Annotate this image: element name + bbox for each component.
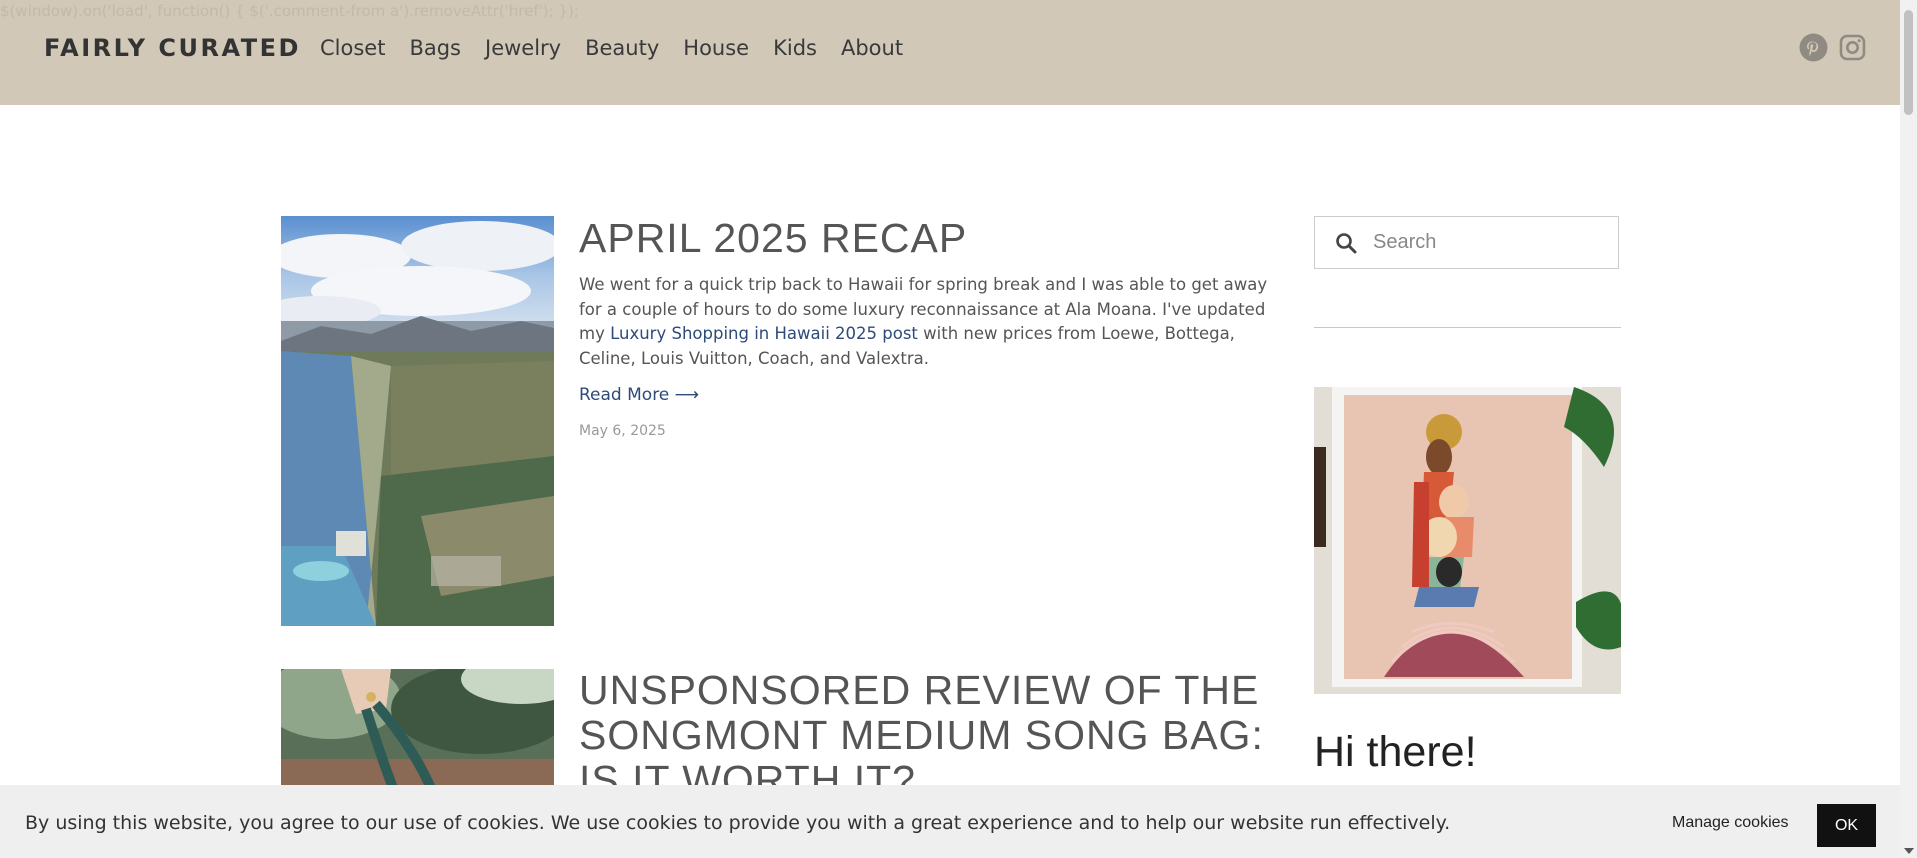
scrollbar-thumb[interactable]	[1904, 10, 1913, 115]
page-scrollbar[interactable]	[1900, 0, 1917, 858]
cookie-banner: By using this website, you agree to our …	[0, 785, 1900, 858]
leaked-script-text: $(window).on('load', function() { $('.co…	[0, 2, 579, 20]
nav-house[interactable]: House	[683, 36, 749, 60]
nav-about[interactable]: About	[841, 36, 903, 60]
pinterest-icon[interactable]	[1799, 33, 1828, 62]
search-icon	[1335, 232, 1357, 254]
post-title[interactable]: UNSPONSORED REVIEW OF THE SONGMONT MEDIU…	[579, 668, 1279, 803]
nav-bags[interactable]: Bags	[409, 36, 461, 60]
main-nav: Closet Bags Jewelry Beauty House Kids Ab…	[320, 36, 903, 60]
cookie-ok-button[interactable]: OK	[1817, 804, 1876, 847]
excerpt-link[interactable]: Luxury Shopping in Hawaii 2025 post	[610, 324, 918, 343]
nav-beauty[interactable]: Beauty	[585, 36, 659, 60]
post-thumbnail-aerial-coastline[interactable]	[281, 216, 554, 626]
site-logo[interactable]: FAIRLY CURATED	[44, 34, 301, 62]
nav-closet[interactable]: Closet	[320, 36, 385, 60]
sidebar-greeting: Hi there!	[1314, 728, 1477, 776]
cookie-message: By using this website, you agree to our …	[25, 812, 1451, 834]
post-title[interactable]: APRIL 2025 RECAP	[579, 216, 1279, 261]
post-date: May 6, 2025	[579, 423, 666, 439]
search-input[interactable]	[1371, 230, 1595, 255]
sidebar-artwork-image	[1314, 387, 1621, 694]
sidebar-divider	[1314, 327, 1621, 328]
read-more-link[interactable]: Read More ⟶	[579, 385, 699, 405]
social-links	[1799, 33, 1867, 62]
nav-kids[interactable]: Kids	[773, 36, 817, 60]
manage-cookies-button[interactable]: Manage cookies	[1672, 814, 1789, 832]
search-box	[1314, 216, 1619, 269]
nav-jewelry[interactable]: Jewelry	[485, 36, 561, 60]
instagram-icon[interactable]	[1838, 33, 1867, 62]
scroll-down-arrow-icon[interactable]	[1904, 848, 1914, 854]
post-excerpt: We went for a quick trip back to Hawaii …	[579, 273, 1279, 371]
site-header: $(window).on('load', function() { $('.co…	[0, 0, 1900, 105]
